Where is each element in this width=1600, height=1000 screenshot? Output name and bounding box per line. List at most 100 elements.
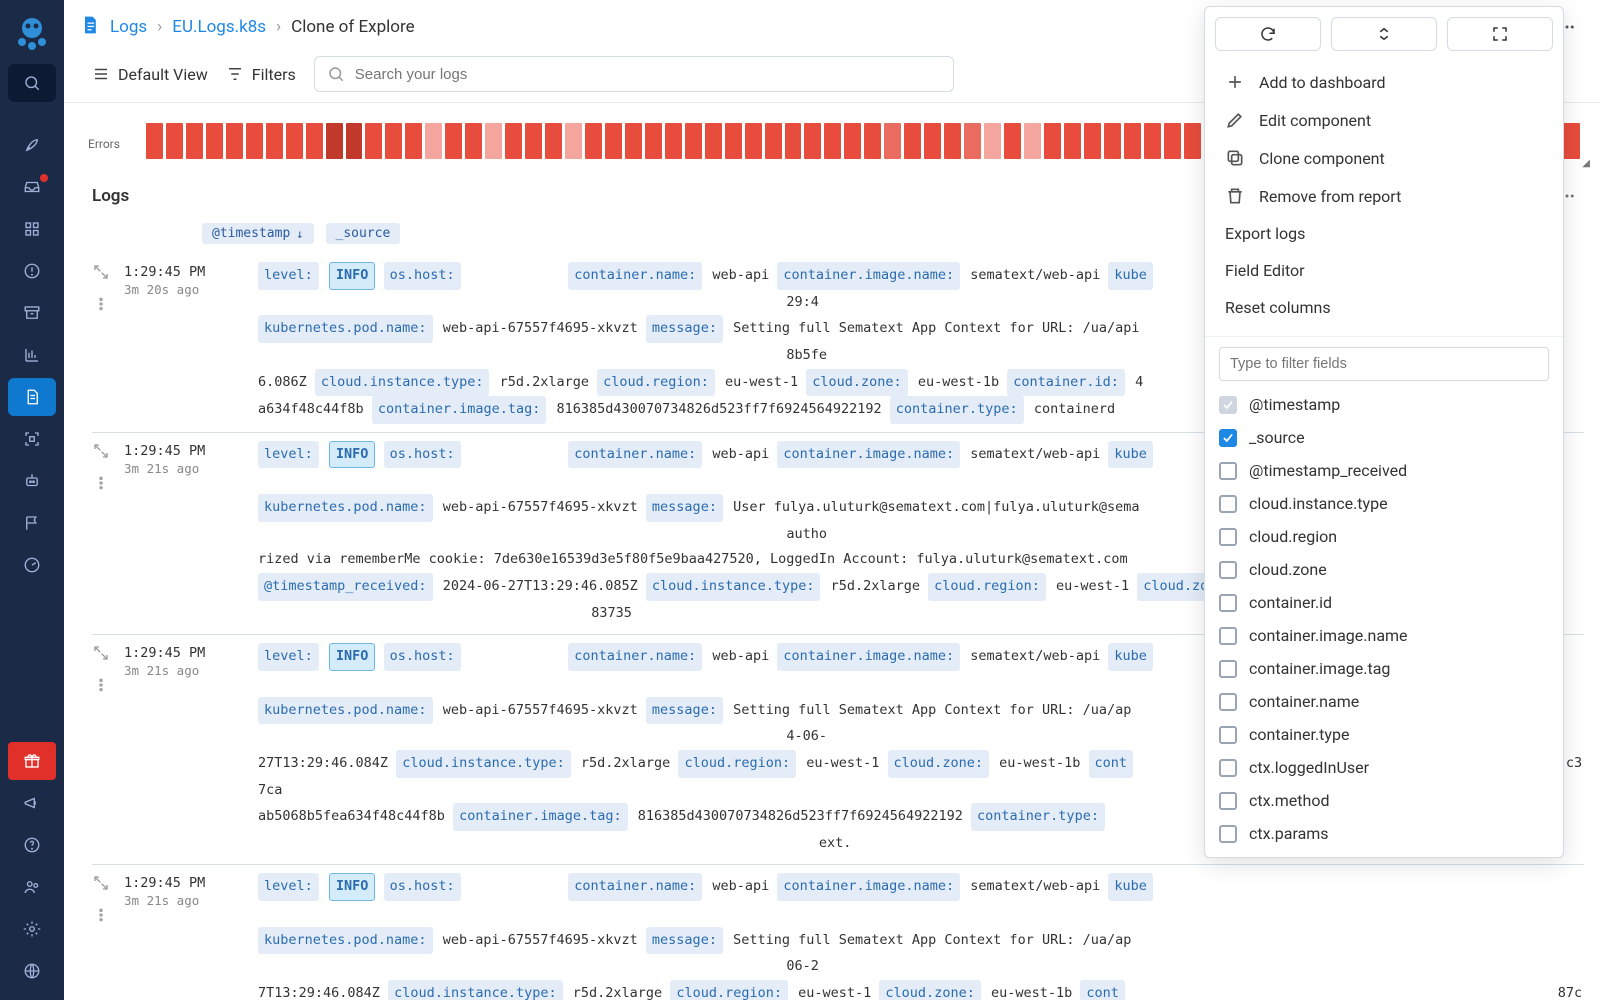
action-remove-report[interactable]: Remove from report <box>1205 177 1563 215</box>
row-more-icon[interactable] <box>93 677 109 697</box>
breadcrumb-mid[interactable]: EU.Logs.k8s <box>172 17 266 37</box>
nav-gauge[interactable] <box>8 546 56 584</box>
field-item[interactable]: cloud.zone <box>1219 560 1549 579</box>
expand-icon[interactable] <box>93 875 109 895</box>
nav-settings[interactable] <box>8 910 56 948</box>
nav-rocket[interactable] <box>8 126 56 164</box>
checkbox[interactable] <box>1219 429 1237 447</box>
doc-icon <box>80 15 100 40</box>
checkbox[interactable] <box>1219 726 1237 744</box>
nav-archive[interactable] <box>8 294 56 332</box>
chevrons-icon <box>1375 25 1393 43</box>
checkbox[interactable] <box>1219 594 1237 612</box>
nav-gift[interactable] <box>8 742 56 780</box>
timestamp-cell: 1:29:45 PM3m 21s ago <box>124 643 244 856</box>
resize-handle-icon[interactable]: ◢ <box>1582 158 1590 169</box>
field-item[interactable]: _source <box>1219 428 1549 447</box>
row-controls <box>92 262 110 424</box>
nav-inbox[interactable] <box>8 168 56 206</box>
nav-logs[interactable] <box>8 378 56 416</box>
refresh-button[interactable] <box>1215 17 1321 51</box>
row-more-icon[interactable] <box>93 475 109 495</box>
refresh-icon <box>1259 25 1277 43</box>
checkbox[interactable] <box>1219 528 1237 546</box>
checkbox[interactable] <box>1219 759 1237 777</box>
nav-globe[interactable] <box>8 952 56 990</box>
collapse-button[interactable] <box>1331 17 1437 51</box>
action-clone-component[interactable]: Clone component <box>1205 139 1563 177</box>
nav-flag[interactable] <box>8 504 56 542</box>
copy-icon <box>1225 148 1245 168</box>
field-label: cloud.region <box>1249 527 1337 546</box>
nav-scan[interactable] <box>8 420 56 458</box>
checkbox <box>1219 396 1237 414</box>
log-row[interactable]: 1:29:45 PM3m 21s agolevel: INFO os.host:… <box>92 864 1584 1000</box>
field-item[interactable]: @timestamp_received <box>1219 461 1549 480</box>
nav-alert[interactable] <box>8 252 56 290</box>
search-input[interactable] <box>355 66 941 83</box>
field-item[interactable]: container.image.tag <box>1219 659 1549 678</box>
checkbox[interactable] <box>1219 627 1237 645</box>
component-menu-panel: Add to dashboard Edit component Clone co… <box>1204 6 1564 858</box>
nav-bot[interactable] <box>8 462 56 500</box>
plus-icon <box>1225 72 1245 92</box>
pencil-icon <box>1225 110 1245 130</box>
field-item[interactable]: cloud.region <box>1219 527 1549 546</box>
action-export-logs[interactable]: Export logs <box>1205 215 1563 252</box>
action-edit-component[interactable]: Edit component <box>1205 101 1563 139</box>
expand-icon[interactable] <box>93 645 109 665</box>
breadcrumb-current: Clone of Explore <box>291 17 414 37</box>
notification-dot <box>40 174 48 182</box>
expand-icon[interactable] <box>93 264 109 284</box>
side-nav <box>0 0 64 1000</box>
field-label: _source <box>1249 428 1305 447</box>
row-controls <box>92 643 110 856</box>
field-item[interactable]: container.id <box>1219 593 1549 612</box>
brand-logo[interactable] <box>8 8 56 56</box>
field-item[interactable]: container.name <box>1219 692 1549 711</box>
action-reset-columns[interactable]: Reset columns <box>1205 289 1563 326</box>
filters-button[interactable]: Filters <box>226 65 296 84</box>
checkbox[interactable] <box>1219 792 1237 810</box>
field-filter-input[interactable] <box>1219 347 1549 381</box>
checkbox[interactable] <box>1219 561 1237 579</box>
nav-grid[interactable] <box>8 210 56 248</box>
logs-title: Logs <box>92 186 129 206</box>
field-item[interactable]: ctx.method <box>1219 791 1549 810</box>
nav-announce[interactable] <box>8 784 56 822</box>
nav-chart[interactable] <box>8 336 56 374</box>
action-add-dashboard[interactable]: Add to dashboard <box>1205 63 1563 101</box>
checkbox[interactable] <box>1219 825 1237 843</box>
field-item[interactable]: cloud.instance.type <box>1219 494 1549 513</box>
nav-team[interactable] <box>8 868 56 906</box>
checkbox[interactable] <box>1219 462 1237 480</box>
checkbox[interactable] <box>1219 495 1237 513</box>
field-item[interactable]: ctx.loggedInUser <box>1219 758 1549 777</box>
field-label: @timestamp <box>1249 395 1340 414</box>
expand-icon[interactable] <box>93 443 109 463</box>
field-item[interactable]: @timestamp <box>1219 395 1549 414</box>
field-label: container.name <box>1249 692 1359 711</box>
default-view-button[interactable]: Default View <box>92 65 208 84</box>
field-item[interactable]: container.type <box>1219 725 1549 744</box>
checkbox[interactable] <box>1219 660 1237 678</box>
row-more-icon[interactable] <box>93 296 109 316</box>
checkbox[interactable] <box>1219 693 1237 711</box>
filters-label: Filters <box>252 65 296 84</box>
column-source[interactable]: _source <box>326 223 401 244</box>
nav-help[interactable] <box>8 826 56 864</box>
nav-search[interactable] <box>8 64 56 102</box>
field-item[interactable]: ctx.params <box>1219 824 1549 843</box>
field-item[interactable]: container.image.name <box>1219 626 1549 645</box>
breadcrumb-logs[interactable]: Logs <box>110 17 147 37</box>
source-cell: level: INFO os.host: container.name: web… <box>258 873 1584 1000</box>
field-list: @timestamp _source @timestamp_receivedclou… <box>1205 391 1563 857</box>
breadcrumb-sep: › <box>276 17 281 37</box>
field-label: ctx.loggedInUser <box>1249 758 1369 777</box>
action-field-editor[interactable]: Field Editor <box>1205 252 1563 289</box>
fullscreen-button[interactable] <box>1447 17 1553 51</box>
row-more-icon[interactable] <box>93 907 109 927</box>
field-label: container.image.tag <box>1249 659 1390 678</box>
search-box[interactable] <box>314 56 954 92</box>
column-timestamp[interactable]: @timestamp↓ <box>202 223 314 244</box>
